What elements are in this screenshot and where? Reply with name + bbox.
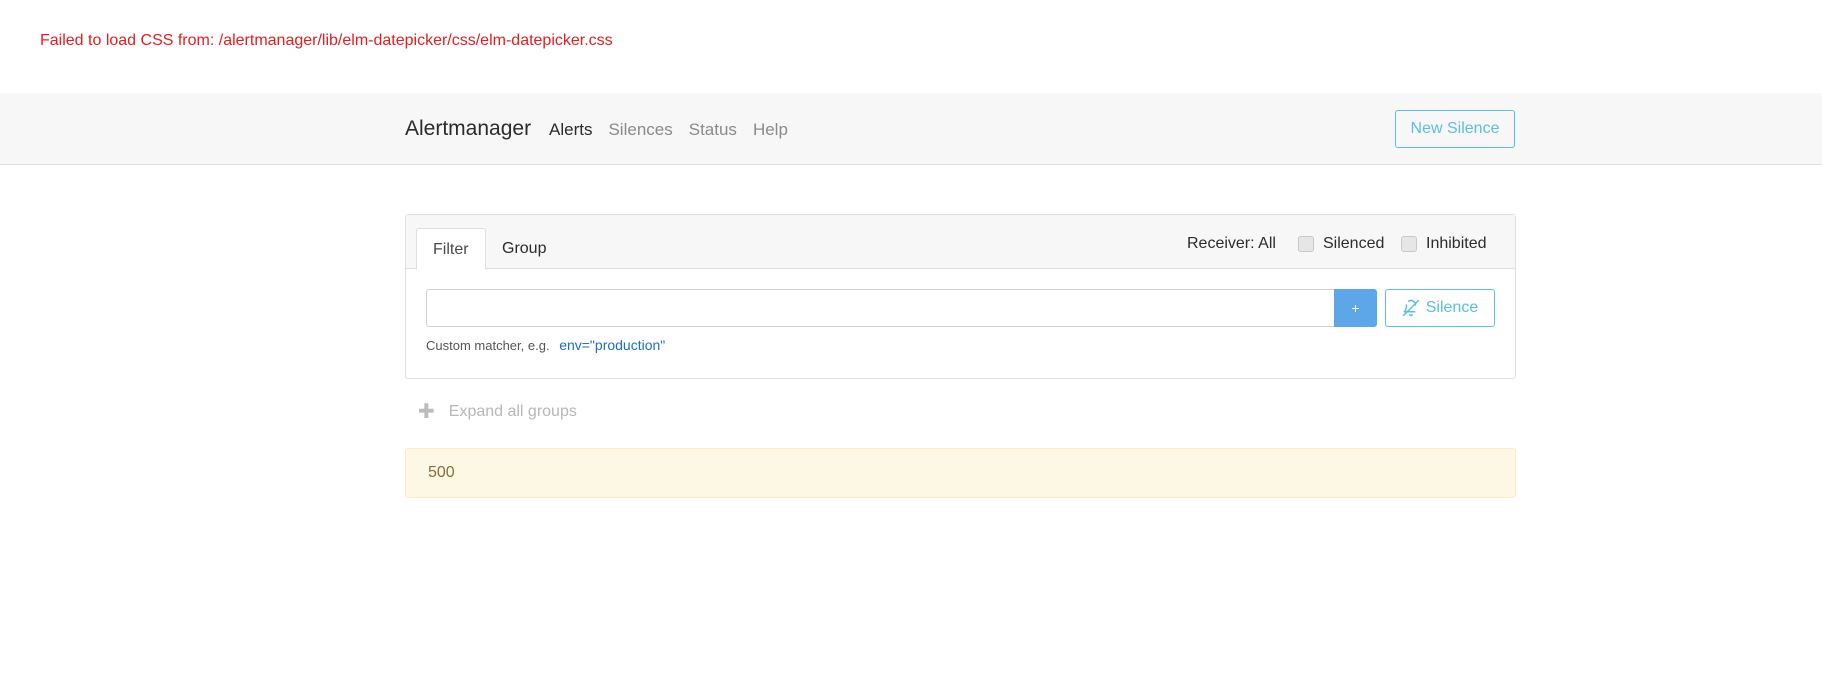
status-alert-box: 500 bbox=[405, 448, 1516, 498]
nav-link-help[interactable]: Help bbox=[753, 120, 788, 140]
matcher-hint: Custom matcher, e.g. env="production" bbox=[426, 337, 665, 353]
matcher-hint-text: Custom matcher, e.g. bbox=[426, 338, 550, 353]
silenced-toggle[interactable]: Silenced bbox=[1298, 235, 1384, 253]
filter-card: Filter Group Receiver: All Silenced Inhi… bbox=[405, 214, 1516, 379]
css-load-error-message: Failed to load CSS from: /alertmanager/l… bbox=[40, 32, 613, 49]
filter-card-header: Filter Group Receiver: All Silenced Inhi… bbox=[406, 215, 1515, 270]
plus-icon: ✚ bbox=[418, 401, 435, 423]
receiver-selector[interactable]: Receiver: All bbox=[1187, 235, 1276, 253]
silenced-label: Silenced bbox=[1323, 235, 1385, 252]
new-silence-button[interactable]: New Silence bbox=[1395, 110, 1515, 148]
nav-links: Alerts Silences Status Help bbox=[549, 120, 788, 140]
silence-button[interactable]: Silence bbox=[1385, 289, 1495, 327]
nav-link-silences[interactable]: Silences bbox=[608, 120, 672, 140]
tab-filter[interactable]: Filter bbox=[416, 228, 486, 270]
inhibited-toggle[interactable]: Inhibited bbox=[1401, 235, 1487, 253]
bell-slash-icon bbox=[1402, 299, 1419, 317]
matcher-filter-input[interactable] bbox=[426, 289, 1341, 327]
nav-link-alerts[interactable]: Alerts bbox=[549, 120, 592, 140]
expand-all-groups-label: Expand all groups bbox=[448, 403, 577, 420]
silence-button-label: Silence bbox=[1425, 299, 1479, 316]
add-matcher-button[interactable]: + bbox=[1334, 289, 1377, 327]
brand-title[interactable]: Alertmanager bbox=[405, 117, 531, 141]
inhibited-label: Inhibited bbox=[1426, 235, 1487, 252]
nav-link-status[interactable]: Status bbox=[689, 120, 737, 140]
plus-icon: + bbox=[1351, 300, 1360, 316]
silenced-checkbox[interactable] bbox=[1298, 236, 1314, 252]
top-navbar: Alertmanager Alerts Silences Status Help… bbox=[0, 93, 1822, 165]
tab-group[interactable]: Group bbox=[486, 228, 562, 270]
status-message: 500 bbox=[428, 464, 455, 481]
expand-all-groups-button[interactable]: ✚ Expand all groups bbox=[418, 402, 577, 422]
matcher-hint-example[interactable]: env="production" bbox=[559, 337, 665, 353]
inhibited-checkbox[interactable] bbox=[1401, 236, 1417, 252]
